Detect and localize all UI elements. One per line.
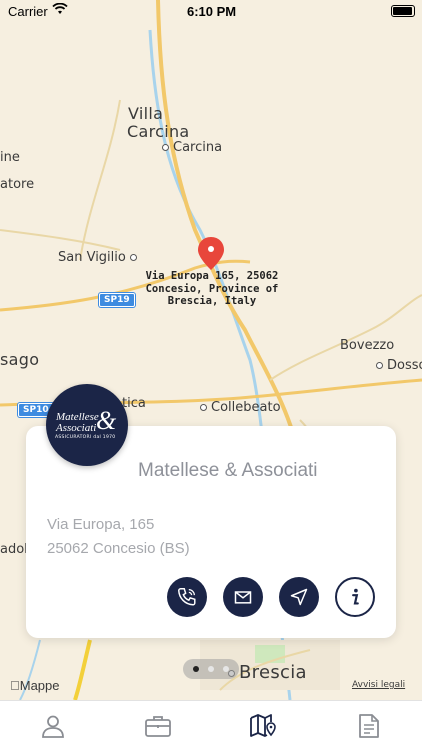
logo-subtitle: ASSICURATORI dal 1970 (55, 435, 116, 440)
address-line-2: 25062 Concesio (BS) (47, 540, 190, 557)
tab-profile[interactable] (38, 711, 68, 741)
page-indicator[interactable] (183, 659, 239, 679)
map-label-dosso: Dosso (376, 358, 422, 373)
page-dot-active (193, 666, 199, 672)
page-dot (223, 666, 229, 672)
clock: 6:10 PM (187, 4, 237, 19)
call-button[interactable] (167, 577, 207, 617)
wifi-icon (52, 2, 68, 18)
map-label-bovezzo: Bovezzo (340, 338, 395, 353)
tab-services[interactable] (143, 711, 173, 741)
email-button[interactable] (223, 577, 263, 617)
carrier-label: Carrier (8, 4, 48, 19)
logo-ampersand: & (96, 406, 117, 435)
map-label-villa: Villa (128, 104, 164, 123)
map-icon (250, 714, 276, 737)
tab-bar (0, 700, 422, 751)
battery-icon (391, 5, 415, 17)
address-line-1: Via Europa, 165 (47, 516, 155, 533)
map-label-collebeato: Collebeato (200, 400, 281, 415)
navigation-arrow-icon (290, 588, 308, 606)
briefcase-icon (145, 716, 171, 737)
map-label-tica: tica (122, 396, 146, 411)
road-shield-sp19: SP19 (99, 293, 135, 307)
apple-logo-icon:  (10, 678, 20, 693)
info-button[interactable] (335, 577, 375, 617)
navigate-button[interactable] (279, 577, 319, 617)
map-label-ine: ine (0, 150, 20, 165)
pin-address-label: Via Europa 165, 25062 Concesio, Province… (145, 270, 279, 307)
phone-icon (178, 588, 196, 606)
document-icon (359, 714, 379, 738)
map-label-carcina-small: Carcina (162, 140, 222, 155)
page-dot (208, 666, 214, 672)
logo-text: Matellese Associati (56, 411, 99, 434)
status-bar: Carrier 6:10 PM (0, 0, 422, 22)
tab-documents[interactable] (354, 711, 384, 741)
map-label-san-vigilio: San Vigilio (58, 250, 141, 265)
mail-icon (234, 591, 252, 604)
person-icon (42, 715, 64, 738)
map-label-atore: atore (0, 177, 35, 192)
company-logo: Matellese Associati & ASSICURATORI dal 19… (46, 384, 128, 466)
tab-map[interactable] (248, 711, 278, 741)
legal-link[interactable]: Avvisi legali (352, 680, 405, 690)
map-label-brescia: Brescia (228, 662, 307, 683)
info-icon (352, 588, 359, 605)
location-pin-icon[interactable] (196, 236, 226, 272)
company-name: Matellese & Associati (138, 460, 318, 481)
map-label-carcina: Carcina (127, 122, 190, 141)
maps-logo: Mappe (10, 678, 60, 693)
map-label-sago: sago (0, 350, 40, 369)
